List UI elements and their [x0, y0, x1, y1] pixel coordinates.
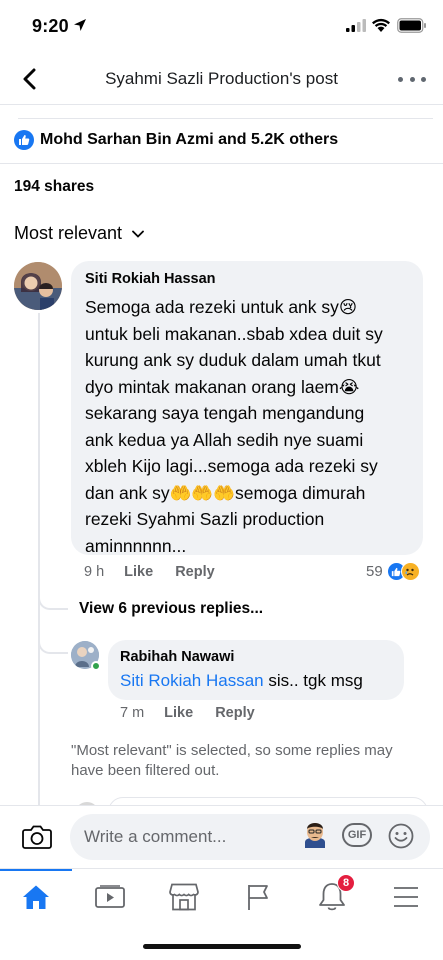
comment-text: Semoga ada rezeki untuk ank sy😢 untuk be…	[85, 297, 383, 556]
page-title: Syahmi Sazli Production's post	[105, 69, 338, 88]
reply-message: sis.. tgk msg	[263, 671, 363, 690]
marketplace-icon	[169, 883, 199, 911]
shares-count[interactable]: 194 shares	[14, 178, 94, 196]
comment-input[interactable]	[70, 814, 430, 860]
divider	[0, 104, 443, 105]
status-time: 9:20	[32, 16, 69, 36]
reply-author[interactable]: Rabihah Nawawi	[120, 649, 392, 665]
reactions-summary[interactable]: Mohd Sarhan Bin Azmi and 5.2K others	[14, 128, 338, 152]
reply-text: Siti Rokiah Hassan sis.. tgk msg	[120, 671, 392, 691]
home-icon	[23, 885, 49, 909]
filter-note: "Most relevant" is selected, so some rep…	[71, 742, 393, 779]
menu-icon	[394, 887, 418, 907]
like-reaction-icon	[14, 130, 34, 150]
cellular-signal-icon	[346, 19, 366, 32]
avatar[interactable]	[14, 262, 62, 310]
like-button[interactable]: Like	[124, 564, 153, 580]
camera-icon[interactable]	[22, 824, 52, 850]
sad-reaction-icon	[400, 562, 420, 581]
reactions-text: Mohd Sarhan Bin Azmi and 5.2K others	[40, 131, 339, 148]
avatar-sticker-icon[interactable]	[302, 818, 328, 848]
reply-bubble[interactable]: Rabihah Nawawi Siti Rokiah Hassan sis.. …	[108, 640, 404, 700]
reply-actions: 7 m Like Reply	[120, 705, 277, 721]
dot-icon	[409, 76, 415, 82]
reply-button[interactable]: Reply	[215, 705, 255, 721]
reply-button[interactable]: Reply	[175, 564, 215, 580]
comment-reaction-count[interactable]: 59	[366, 562, 420, 581]
post-header: Syahmi Sazli Production's post	[0, 56, 443, 102]
like-button[interactable]: Like	[164, 705, 193, 721]
comment-actions: 9 h Like Reply	[84, 564, 237, 580]
pages-flag-icon	[248, 885, 268, 910]
thread-line	[38, 313, 40, 805]
sort-dropdown[interactable]: Most relevant	[14, 223, 144, 244]
status-bar: 9:20	[0, 0, 443, 54]
divider	[18, 118, 433, 119]
active-tab-indicator	[0, 869, 72, 871]
reply-time: 7 m	[120, 705, 145, 721]
online-status-indicator	[91, 661, 101, 671]
divider	[0, 163, 443, 164]
comment-composer	[0, 805, 443, 868]
thread-connector	[38, 628, 68, 654]
tab-watch[interactable]	[88, 875, 132, 919]
battery-icon	[397, 18, 426, 33]
view-previous-replies[interactable]: View 6 previous replies...	[79, 600, 263, 618]
more-options-button[interactable]	[398, 72, 426, 86]
tab-pages[interactable]	[236, 875, 280, 919]
comment-author[interactable]: Siti Rokiah Hassan	[85, 271, 411, 287]
tab-menu[interactable]	[384, 875, 428, 919]
sort-label: Most relevant	[14, 223, 123, 243]
dot-icon	[421, 76, 426, 82]
tab-home[interactable]	[14, 875, 58, 919]
gif-button[interactable]: GIF	[342, 823, 372, 847]
comment-bubble[interactable]: Siti Rokiah Hassan Semoga ada rezeki unt…	[71, 261, 423, 556]
home-indicator	[143, 944, 301, 949]
tab-marketplace[interactable]	[162, 875, 206, 919]
chevron-down-icon	[132, 230, 144, 238]
dot-icon	[398, 76, 403, 82]
notification-badge: 8	[337, 874, 355, 892]
location-arrow-icon	[74, 19, 86, 31]
video-icon	[95, 885, 125, 908]
back-button[interactable]	[16, 64, 42, 94]
emoji-icon[interactable]	[388, 823, 414, 849]
thread-connector	[38, 590, 68, 610]
comment-time: 9 h	[84, 564, 105, 580]
avatar[interactable]	[71, 641, 101, 671]
mention-link[interactable]: Siti Rokiah Hassan	[120, 671, 264, 690]
reaction-count-number: 59	[366, 563, 383, 580]
chevron-left-icon	[23, 68, 36, 90]
wifi-icon	[372, 18, 390, 32]
